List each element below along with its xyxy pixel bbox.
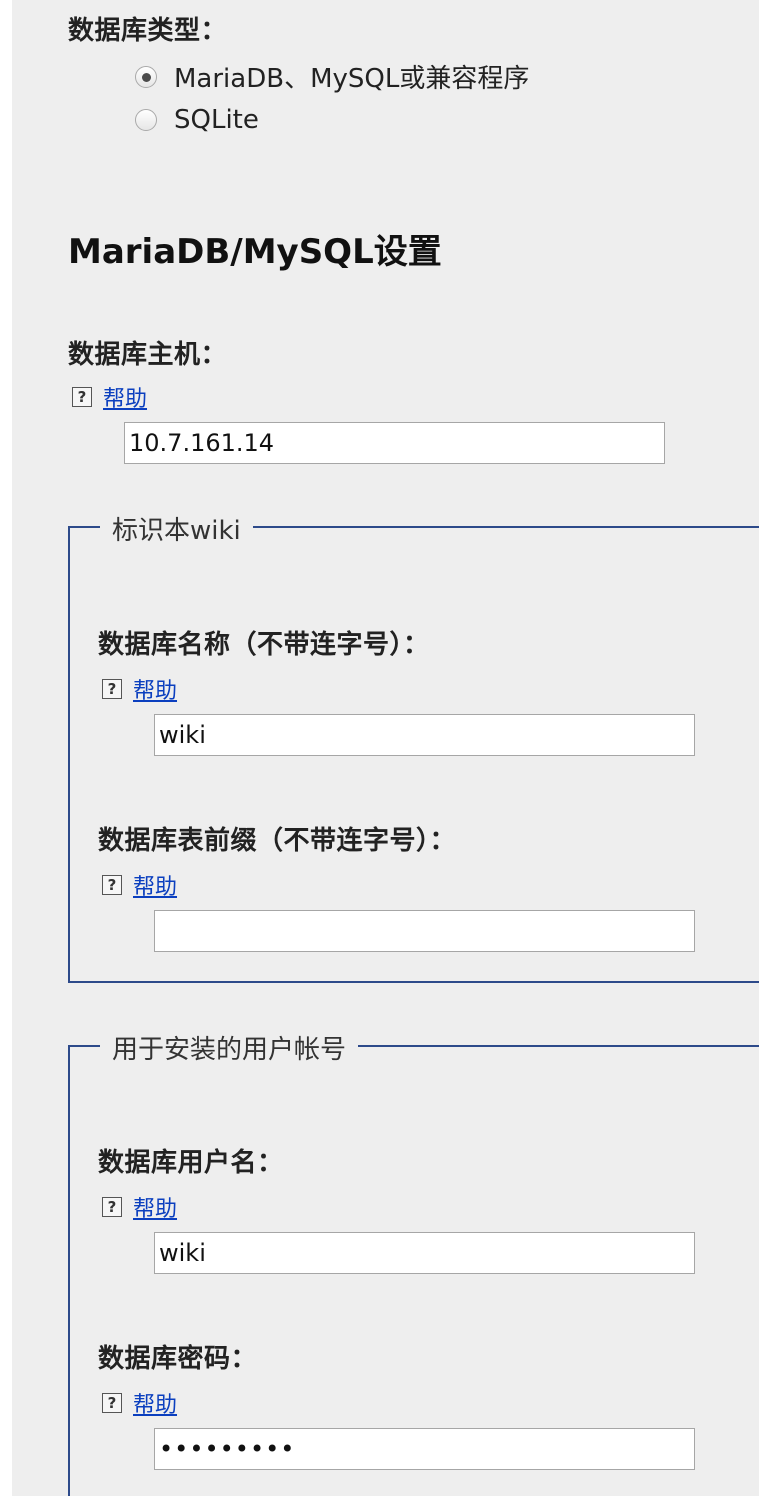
fieldset-border-bottom xyxy=(68,981,759,983)
db-password-input[interactable]: ••••••••• xyxy=(154,1428,695,1470)
radio-checked-icon[interactable] xyxy=(135,65,157,88)
installer-page: 数据库类型： MariaDB、MySQL或兼容程序 SQLite MariaDB… xyxy=(12,0,759,1496)
help-question-icon: ? xyxy=(72,387,92,407)
fieldset-border-left xyxy=(68,1045,70,1496)
radio-option-label: SQLite xyxy=(174,105,259,135)
section-title: MariaDB/MySQL设置 xyxy=(68,232,442,272)
radio-unchecked-icon[interactable] xyxy=(135,109,157,131)
help-link[interactable]: 帮助 xyxy=(133,673,177,705)
help-link[interactable]: 帮助 xyxy=(133,1387,177,1419)
db-name-input[interactable]: wiki xyxy=(154,714,695,756)
fieldset-legend: 用于安装的用户帐号 xyxy=(100,1029,359,1066)
db-password-label: 数据库密码： xyxy=(98,1344,258,1374)
db-type-label: 数据库类型： xyxy=(68,16,228,46)
fieldset-border-left xyxy=(68,526,70,983)
db-host-input[interactable]: 10.7.161.14 xyxy=(124,422,665,464)
db-username-input[interactable]: wiki xyxy=(154,1232,695,1274)
help-link[interactable]: 帮助 xyxy=(133,1191,177,1223)
help-toggle[interactable]: ? 帮助 xyxy=(72,381,147,413)
help-toggle[interactable]: ? 帮助 xyxy=(102,869,177,901)
db-name-label: 数据库名称（不带连字号）： xyxy=(98,630,430,660)
db-username-label: 数据库用户名： xyxy=(98,1148,284,1178)
help-question-icon: ? xyxy=(102,679,122,699)
help-toggle[interactable]: ? 帮助 xyxy=(102,673,177,705)
db-prefix-input[interactable] xyxy=(154,910,695,952)
radio-option-sqlite[interactable]: SQLite xyxy=(135,105,259,135)
radio-option-mariadb[interactable]: MariaDB、MySQL或兼容程序 xyxy=(135,58,529,95)
radio-option-label: MariaDB、MySQL或兼容程序 xyxy=(174,64,530,94)
help-question-icon: ? xyxy=(102,1393,122,1413)
db-prefix-label: 数据库表前缀（不带连字号）： xyxy=(98,826,457,856)
help-link[interactable]: 帮助 xyxy=(103,381,147,413)
db-host-label: 数据库主机： xyxy=(68,340,228,370)
fieldset-legend: 标识本wiki xyxy=(100,510,253,547)
help-link[interactable]: 帮助 xyxy=(133,869,177,901)
help-question-icon: ? xyxy=(102,1197,122,1217)
help-toggle[interactable]: ? 帮助 xyxy=(102,1191,177,1223)
help-toggle[interactable]: ? 帮助 xyxy=(102,1387,177,1419)
help-question-icon: ? xyxy=(102,875,122,895)
